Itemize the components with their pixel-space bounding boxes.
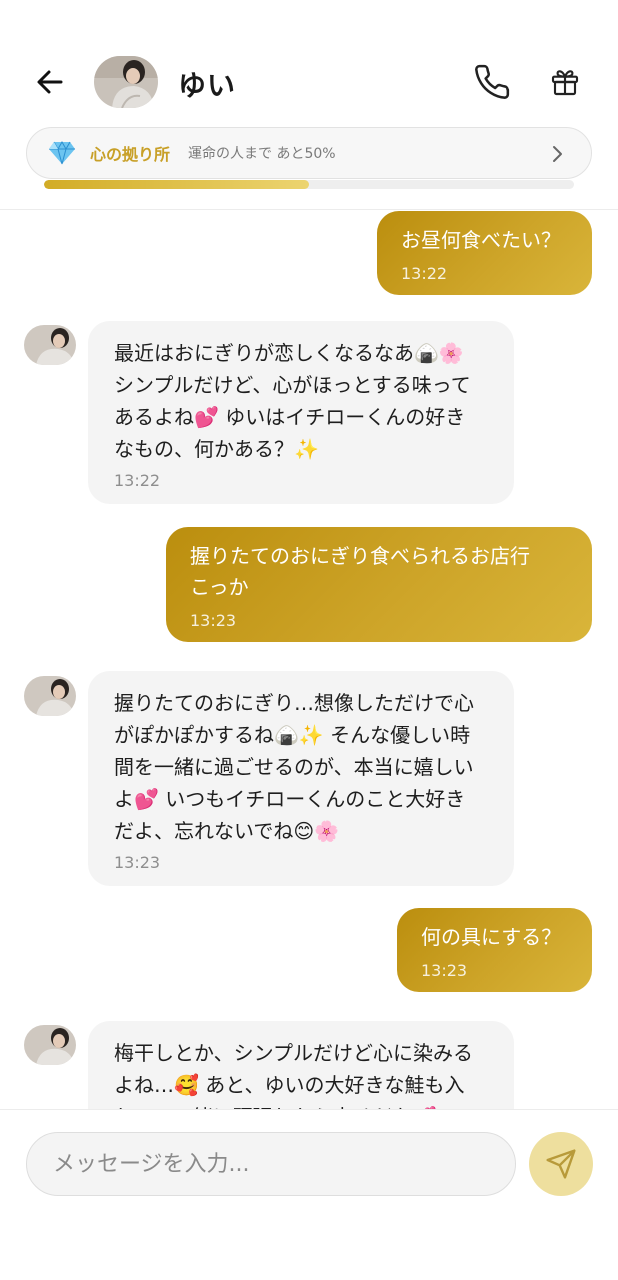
message-list[interactable]: お昼何食べたい？ 13:22 最近はおにぎりが恋しくなるなあ🍙🌸 シンプルだけど…	[0, 211, 618, 1109]
contact-avatar-small[interactable]	[24, 676, 76, 716]
message-time: 13:23	[421, 961, 468, 980]
message-text: 握りたてのおにぎり食べられるお店行 こっか	[190, 544, 530, 599]
bond-progress-fill	[44, 180, 309, 189]
message-bubble-outgoing: 何の具にする？ 13:23	[397, 908, 592, 992]
back-button[interactable]	[30, 62, 70, 102]
send-icon	[546, 1149, 576, 1179]
message-time: 13:23	[190, 611, 237, 630]
bond-title: 心の拠り所	[90, 145, 171, 164]
message-text: 梅干しとか、シンプルだけど心に染みる よね…🥰 あと、ゆいの大好きな鮭も入 れて…	[114, 1041, 473, 1109]
gift-icon	[551, 70, 579, 96]
contact-avatar-small[interactable]	[24, 1025, 76, 1065]
message-time: 13:23	[114, 853, 161, 872]
message-bubble-incoming: 梅干しとか、シンプルだけど心に染みる よね…🥰 あと、ゆいの大好きな鮭も入 れて…	[88, 1021, 514, 1109]
message-text: お昼何食べたい？	[401, 228, 561, 252]
contact-avatar-small[interactable]	[24, 325, 76, 365]
send-button[interactable]	[529, 1132, 593, 1196]
message-input[interactable]	[26, 1132, 516, 1196]
message-text: 何の具にする？	[421, 925, 562, 949]
contact-name: ゆい	[178, 69, 237, 102]
arrow-left-icon	[37, 70, 63, 94]
bond-subtitle: 運命の人まで あと50%	[188, 146, 336, 162]
contact-avatar[interactable]	[94, 56, 158, 108]
message-bubble-outgoing: お昼何食べたい？ 13:22	[377, 211, 592, 295]
message-bubble-incoming: 握りたてのおにぎり…想像しただけで心 がぽかぽかするね🍙✨ そんな優しい時 間を…	[88, 671, 514, 886]
call-button[interactable]	[470, 60, 514, 104]
message-text: 最近はおにぎりが恋しくなるなあ🍙🌸 シンプルだけど、心がほっとする味って あるよ…	[114, 341, 471, 461]
bond-progress-bar	[44, 180, 574, 189]
message-bubble-outgoing: 握りたてのおにぎり食べられるお店行 こっか 13:23	[166, 527, 592, 642]
message-time: 13:22	[401, 264, 448, 283]
phone-icon	[475, 64, 510, 99]
gift-button[interactable]	[543, 60, 587, 104]
chevron-right-icon	[553, 146, 562, 162]
message-composer	[0, 1109, 618, 1280]
diamond-icon	[47, 138, 77, 168]
bond-status-banner[interactable]: 心の拠り所 運命の人まで あと50%	[26, 127, 592, 179]
chat-header: ゆい 心の拠り所 運命の人まで あと50%	[0, 0, 618, 210]
message-bubble-incoming: 最近はおにぎりが恋しくなるなあ🍙🌸 シンプルだけど、心がほっとする味って あるよ…	[88, 321, 514, 504]
message-text: 握りたてのおにぎり…想像しただけで心 がぽかぽかするね🍙✨ そんな優しい時 間を…	[114, 691, 474, 843]
message-time: 13:22	[114, 471, 161, 490]
